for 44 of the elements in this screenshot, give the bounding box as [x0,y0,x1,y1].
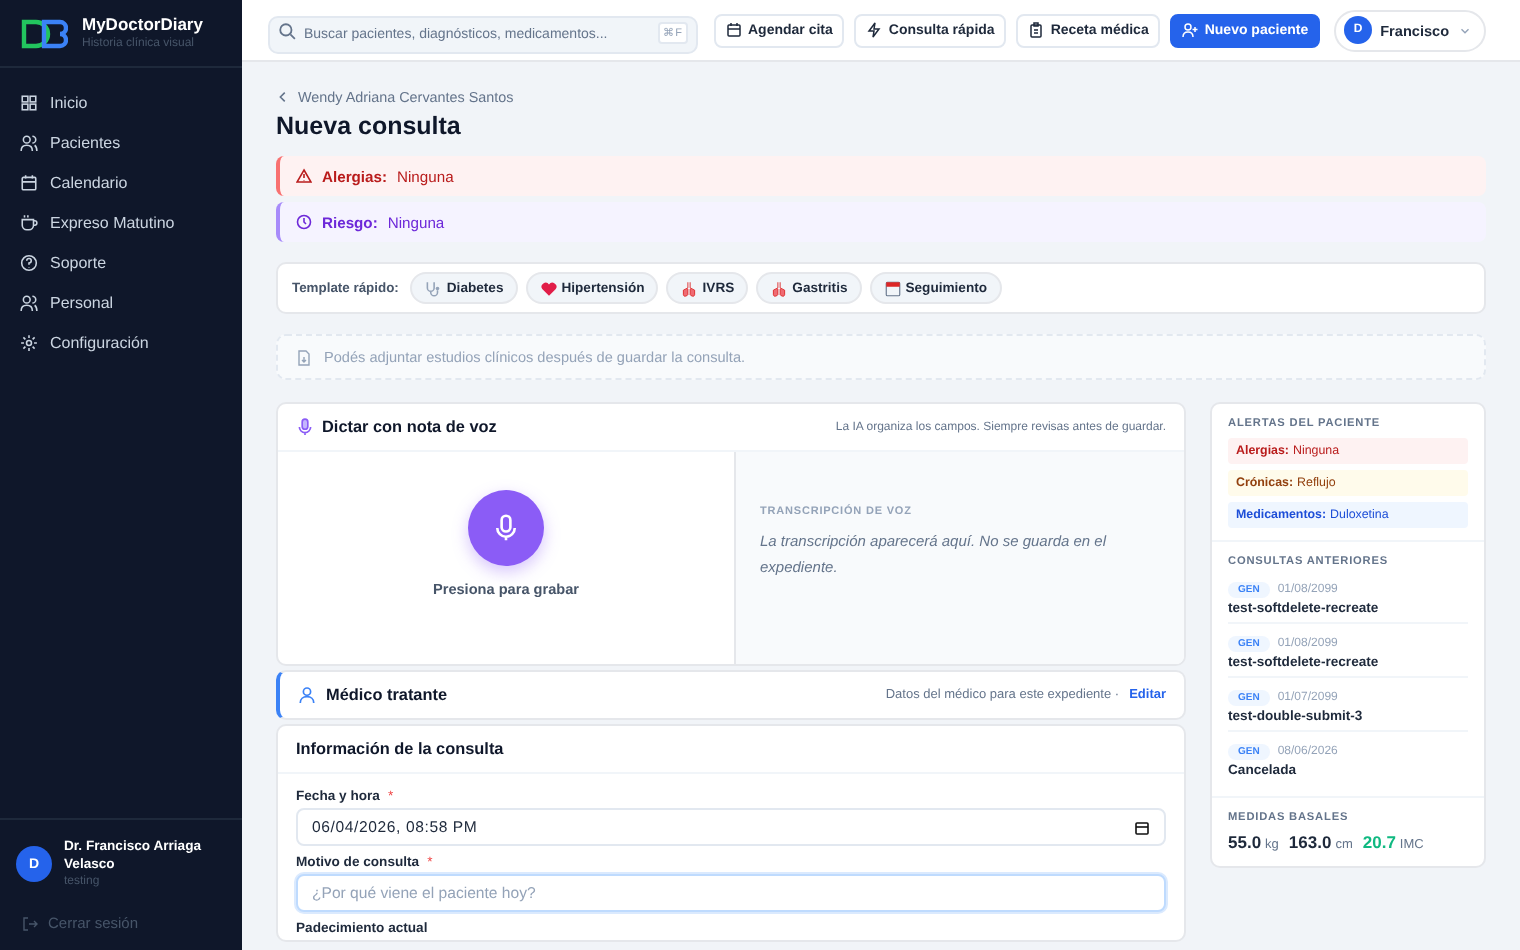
heart-icon [539,279,558,297]
sidebar-item[interactable]: Expreso Matutino [0,206,242,240]
search-icon [278,21,296,39]
lungs-icon [680,279,699,297]
calendar-icon [20,174,38,192]
sidebar-item[interactable]: Personal [0,286,242,320]
page-title: Nueva consulta [276,112,463,140]
measure-value: 20.7 [1362,832,1396,852]
warning-icon [296,168,312,184]
users-icon [20,294,38,312]
sidebar-item[interactable]: Inicio [0,86,242,120]
logo-icon [20,17,68,49]
cup-icon [20,214,38,232]
record-button[interactable] [468,490,544,566]
consult-title: Información de la consulta [278,726,1184,774]
app-name: MyDoctorDiary [82,14,203,36]
bolt-icon [866,22,883,38]
user-icon [298,686,316,704]
microphone-icon [296,418,314,436]
users-icon [20,134,38,152]
lungs-icon [770,279,789,297]
calendar-icon [883,279,902,297]
sidebar-item[interactable]: Calendario [0,166,242,200]
chevron-left-icon [276,90,290,104]
measure-value: 55.0 [1228,832,1262,852]
sidebar-item[interactable]: Pacientes [0,126,242,160]
clipboard-icon [1028,22,1045,38]
grid-icon [20,94,38,112]
measure-value: 163.0 [1288,832,1332,852]
microphone-icon [492,514,520,542]
sidebar-item[interactable]: Configuración [0,326,242,360]
clock-icon [296,214,312,230]
file-icon [296,349,312,365]
chevron-down-icon [1457,23,1472,37]
sidebar-item[interactable]: Soporte [0,246,242,280]
voice-title: Dictar con nota de voz [322,418,497,436]
help-icon [20,254,38,272]
gear-icon [20,334,38,352]
doctor-title: Médico tratante [326,686,448,704]
logout-icon [22,915,38,931]
calendar-icon [726,22,742,38]
stethoscope-icon [424,279,443,297]
calendar-icon [1134,819,1150,835]
user-plus-icon [1182,22,1199,38]
